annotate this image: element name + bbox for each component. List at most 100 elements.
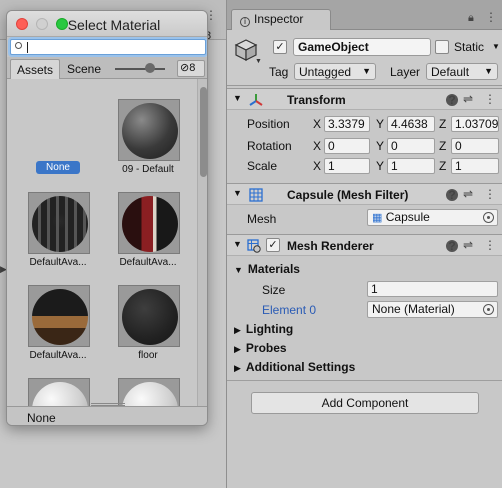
material-thumbnail <box>118 192 180 254</box>
fold-arrow-icon[interactable]: ▼ <box>233 93 242 103</box>
window-titlebar[interactable]: Select Material <box>7 11 207 37</box>
lighting-foldout[interactable]: ▶ Lighting <box>234 322 293 336</box>
static-dropdown-arrow-icon[interactable]: ▼ <box>492 42 500 51</box>
icon-dropdown-arrow-icon[interactable]: ▼ <box>255 58 262 65</box>
position-y-axis[interactable]: Y <box>376 117 384 131</box>
scale-z-axis[interactable]: Z <box>439 159 446 173</box>
material-item[interactable]: DefaultAva... <box>103 182 193 274</box>
fold-arrow-icon[interactable]: ▼ <box>233 239 242 249</box>
material-grid[interactable]: None 09 - Default DefaultAva... DefaultA… <box>7 79 197 406</box>
hidden-count: 8 <box>189 62 196 74</box>
lock-icon[interactable]: 🔒︎ <box>468 12 474 25</box>
material-thumbnail <box>118 285 180 347</box>
mesh-renderer-header[interactable]: ▼ ✓ Mesh Renderer ? ⇌ ⋮ <box>227 234 502 256</box>
chevron-down-icon: ▼ <box>362 66 371 76</box>
rotation-z-axis[interactable]: Z <box>439 139 446 153</box>
gameobject-name-input[interactable]: GameObject <box>293 38 431 56</box>
materials-size-field[interactable]: 1 <box>367 281 498 297</box>
preset-sliders-icon[interactable]: ⇌ <box>463 187 473 201</box>
static-checkbox[interactable] <box>435 40 449 54</box>
kebab-menu-icon[interactable]: ⋮ <box>484 187 496 201</box>
inspector-panel: i Inspector 🔒︎ ⋮ ▼ ✓ GameObject Static ▼ … <box>226 0 502 488</box>
probes-foldout[interactable]: ▶ Probes <box>234 341 287 355</box>
search-input[interactable] <box>10 39 206 55</box>
scale-x-field[interactable]: 1 <box>324 158 370 174</box>
lighting-label: Lighting <box>245 322 294 336</box>
material-sphere-preview <box>32 382 88 406</box>
divider <box>227 380 502 381</box>
fold-arrow-icon: ▶ <box>234 344 241 354</box>
material-sphere-preview <box>122 196 178 252</box>
object-picker-icon[interactable] <box>483 212 494 223</box>
fold-arrow-icon[interactable]: ▼ <box>233 188 242 198</box>
rotation-z-field[interactable]: 0 <box>451 138 499 154</box>
additional-settings-label: Additional Settings <box>245 360 356 374</box>
add-component-button[interactable]: Add Component <box>251 392 479 414</box>
rotation-y-field[interactable]: 0 <box>387 138 435 154</box>
mesh-value: Capsule <box>385 210 430 224</box>
preset-sliders-icon[interactable]: ⇌ <box>463 238 473 252</box>
additional-settings-foldout[interactable]: ▶ Additional Settings <box>234 360 355 374</box>
material-thumbnail <box>118 378 180 406</box>
thumbnail-size-slider[interactable] <box>115 68 165 70</box>
thumbnail-size-slider-knob[interactable] <box>145 63 155 73</box>
mesh-filter-header[interactable]: ▼ Capsule (Mesh Filter) ? ⇌ ⋮ <box>227 183 502 205</box>
scale-label: Scale <box>247 159 278 173</box>
layer-label: Layer <box>390 65 421 79</box>
position-z-axis[interactable]: Z <box>439 117 446 131</box>
chevron-down-icon: ▼ <box>484 66 493 76</box>
material-item[interactable]: None <box>13 89 103 181</box>
material-item[interactable] <box>13 368 103 406</box>
scale-z-field[interactable]: 1 <box>451 158 499 174</box>
material-item[interactable]: 09 - Default <box>103 89 193 181</box>
material-item[interactable]: DefaultAva... <box>13 182 103 274</box>
material-item[interactable] <box>103 368 193 406</box>
material-item[interactable]: floor <box>103 275 193 367</box>
position-x-field[interactable]: 3.3379 <box>324 116 370 132</box>
tab-inspector[interactable]: i Inspector <box>231 9 331 31</box>
selection-footer: None <box>7 403 207 425</box>
kebab-menu-icon[interactable]: ⋮ <box>484 238 496 252</box>
material-sphere-preview <box>122 103 178 159</box>
position-x-axis[interactable]: X <box>313 117 321 131</box>
position-z-field[interactable]: 1.03709 <box>451 116 499 132</box>
rotation-x-axis[interactable]: X <box>313 139 321 153</box>
scale-y-field[interactable]: 1 <box>387 158 435 174</box>
rotation-y-axis[interactable]: Y <box>376 139 384 153</box>
mesh-object-field[interactable]: ▦ Capsule <box>367 209 498 226</box>
tab-assets[interactable]: Assets <box>10 59 61 79</box>
element-0-object-field[interactable]: None (Material) <box>367 301 498 318</box>
resize-grip-icon[interactable] <box>91 403 125 406</box>
materials-foldout[interactable]: ▼ Materials <box>234 262 300 276</box>
material-sphere-preview <box>122 289 178 345</box>
transform-header[interactable]: ▼ Transform ? ⇌ ⋮ <box>227 88 502 110</box>
rotation-x-field[interactable]: 0 <box>324 138 370 154</box>
material-item-label: floor <box>138 350 158 361</box>
layer-dropdown[interactable]: Default ▼ <box>426 63 498 80</box>
object-picker-icon[interactable] <box>483 304 494 315</box>
scale-x-axis[interactable]: X <box>313 159 321 173</box>
help-icon[interactable]: ? <box>446 94 458 106</box>
tag-dropdown[interactable]: Untagged ▼ <box>294 63 376 80</box>
material-item[interactable]: DefaultAva... <box>13 275 103 367</box>
kebab-menu-icon[interactable]: ⋮ <box>484 92 496 106</box>
preset-sliders-icon[interactable]: ⇌ <box>463 92 473 106</box>
material-item-label: 09 - Default <box>122 164 174 175</box>
active-checkbox[interactable]: ✓ <box>273 40 287 54</box>
pane-menu-icon[interactable]: ⋮ <box>205 8 226 24</box>
position-y-field[interactable]: 4.4638 <box>387 116 435 132</box>
tab-scene[interactable]: Scene <box>61 59 107 79</box>
help-icon[interactable]: ? <box>446 240 458 252</box>
element-0-label: Element 0 <box>262 303 317 317</box>
mesh-renderer-enabled-checkbox[interactable]: ✓ <box>266 238 280 252</box>
info-icon: i <box>240 17 250 27</box>
help-icon[interactable]: ? <box>446 189 458 201</box>
material-item-label: DefaultAva... <box>119 257 177 268</box>
text-caret <box>27 42 28 53</box>
material-grid-scrollbar[interactable] <box>197 79 207 406</box>
scale-y-axis[interactable]: Y <box>376 159 384 173</box>
kebab-menu-icon[interactable]: ⋮ <box>485 10 497 24</box>
hidden-items-toggle[interactable]: ⊘8 <box>177 60 205 77</box>
position-label: Position <box>247 117 290 131</box>
scrollbar-thumb[interactable] <box>200 87 207 177</box>
